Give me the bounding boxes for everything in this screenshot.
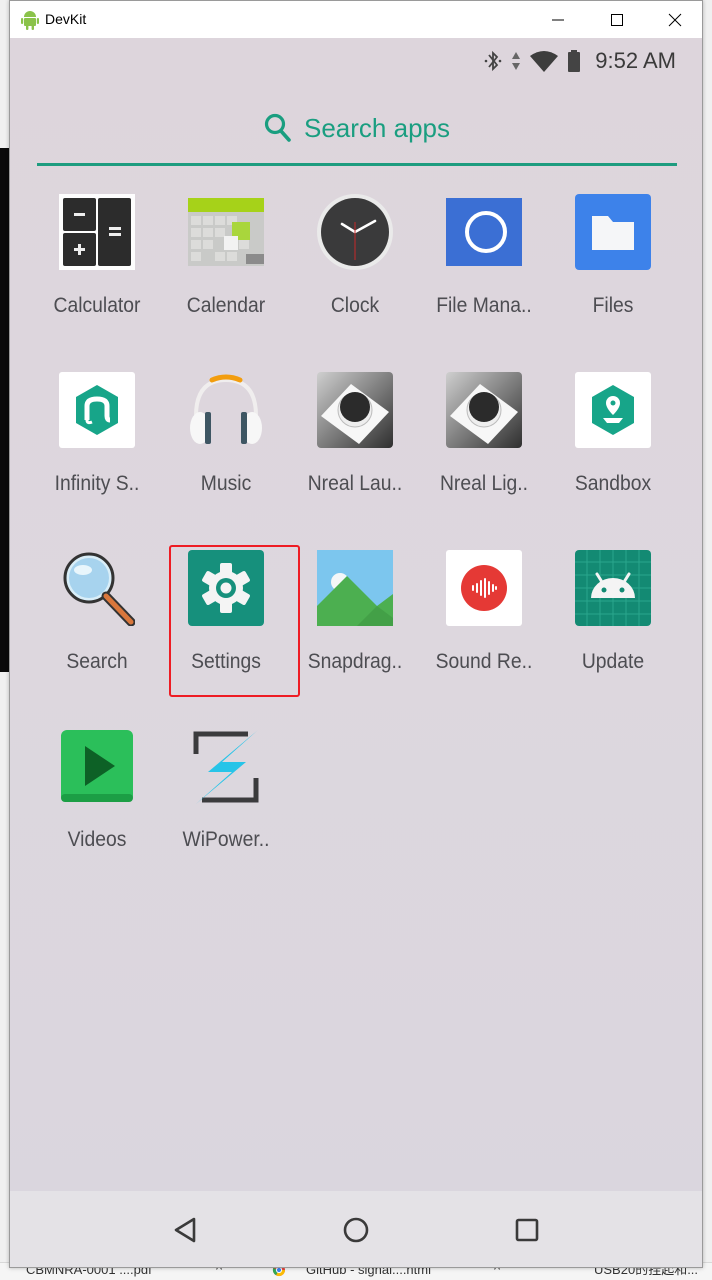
close-button[interactable] [652,1,698,38]
app-sandbox[interactable]: Sandbox [548,356,678,526]
maximize-button[interactable] [594,1,640,38]
app-label: Music [200,472,252,495]
data-arrows-icon [512,52,521,70]
app-sound-recorder[interactable]: Sound Re.. [419,534,549,704]
app-label: Calculator [53,294,141,317]
minimize-button[interactable] [535,1,581,38]
bluetooth-icon [484,50,502,72]
app-music[interactable]: Music [161,356,291,526]
infinity-icon [59,372,135,448]
app-label: Clock [330,294,380,317]
app-label: Update [581,650,645,673]
app-label: Search [66,650,128,673]
app-label: Settings [191,650,261,673]
status-bar: 9:52 AM [483,46,676,76]
maximize-icon [611,13,623,26]
sound-recorder-icon [446,550,522,626]
app-label: File Mana.. [436,294,532,317]
app-videos[interactable]: Videos [32,712,162,882]
app-label: Infinity S.. [54,472,140,495]
android-update-icon [575,550,651,626]
nreal-launcher-icon [317,372,393,448]
app-calendar[interactable]: Calendar [161,178,291,348]
app-label: Snapdrag.. [307,650,403,673]
app-nreal-launcher[interactable]: Nreal Lau.. [290,356,420,526]
home-button[interactable] [326,1200,386,1260]
app-label: WiPower.. [182,828,270,851]
app-label: Sandbox [574,472,652,495]
search-icon [264,113,291,142]
app-label: Sound Re.. [435,650,533,673]
calculator-icon [59,194,135,270]
back-button[interactable] [155,1200,215,1260]
magnifier-icon [63,552,135,626]
gallery-icon [317,550,393,626]
play-icon [61,730,133,802]
close-icon [668,13,682,26]
title-bar[interactable]: DevKit [10,1,702,38]
status-time: 9:52 AM [595,48,676,73]
app-update[interactable]: Update [548,534,678,704]
app-snapdragon-gallery[interactable]: Snapdrag.. [290,534,420,704]
wipower-icon [193,730,259,804]
folder-icon [575,194,651,270]
back-icon [175,1217,196,1243]
app-label: Nreal Lig.. [439,472,529,495]
app-settings[interactable]: Settings [161,534,291,704]
sandbox-icon [575,372,651,448]
app-nreal-light[interactable]: Nreal Lig.. [419,356,549,526]
app-label: Files [592,294,634,317]
search-underline [37,163,677,166]
navigation-bar [10,1191,702,1267]
file-manager-icon [446,198,522,266]
battery-icon [568,50,581,72]
window-title: DevKit [45,11,87,27]
app-wipower[interactable]: WiPower.. [161,712,291,882]
app-clock[interactable]: Clock [290,178,420,348]
app-search[interactable]: Search [32,534,162,704]
clock-icon [317,194,393,270]
app-label: Videos [67,828,127,851]
minimize-icon [552,19,564,20]
app-calculator[interactable]: Calculator [32,178,162,348]
gear-icon [188,550,264,626]
app-files[interactable]: Files [548,178,678,348]
recents-icon [515,1218,538,1242]
search-apps-placeholder: Search apps [304,112,450,143]
headphones-icon [190,374,262,444]
app-drawer: 9:52 AM Search apps Calculator Calendar … [10,38,702,1267]
search-apps-bar[interactable]: Search apps [37,108,677,166]
home-icon [343,1217,369,1243]
app-infinity[interactable]: Infinity S.. [32,356,162,526]
devkit-window: DevKit 9:52 AM Search apps Calculator Ca… [9,0,703,1268]
app-label: Calendar [186,294,266,317]
android-app-icon [21,10,39,30]
app-label: Nreal Lau.. [307,472,403,495]
nreal-light-icon [446,372,522,448]
calendar-icon [188,198,264,266]
app-file-manager[interactable]: File Mana.. [419,178,549,348]
recents-button[interactable] [497,1200,557,1260]
wifi-icon [530,51,559,72]
